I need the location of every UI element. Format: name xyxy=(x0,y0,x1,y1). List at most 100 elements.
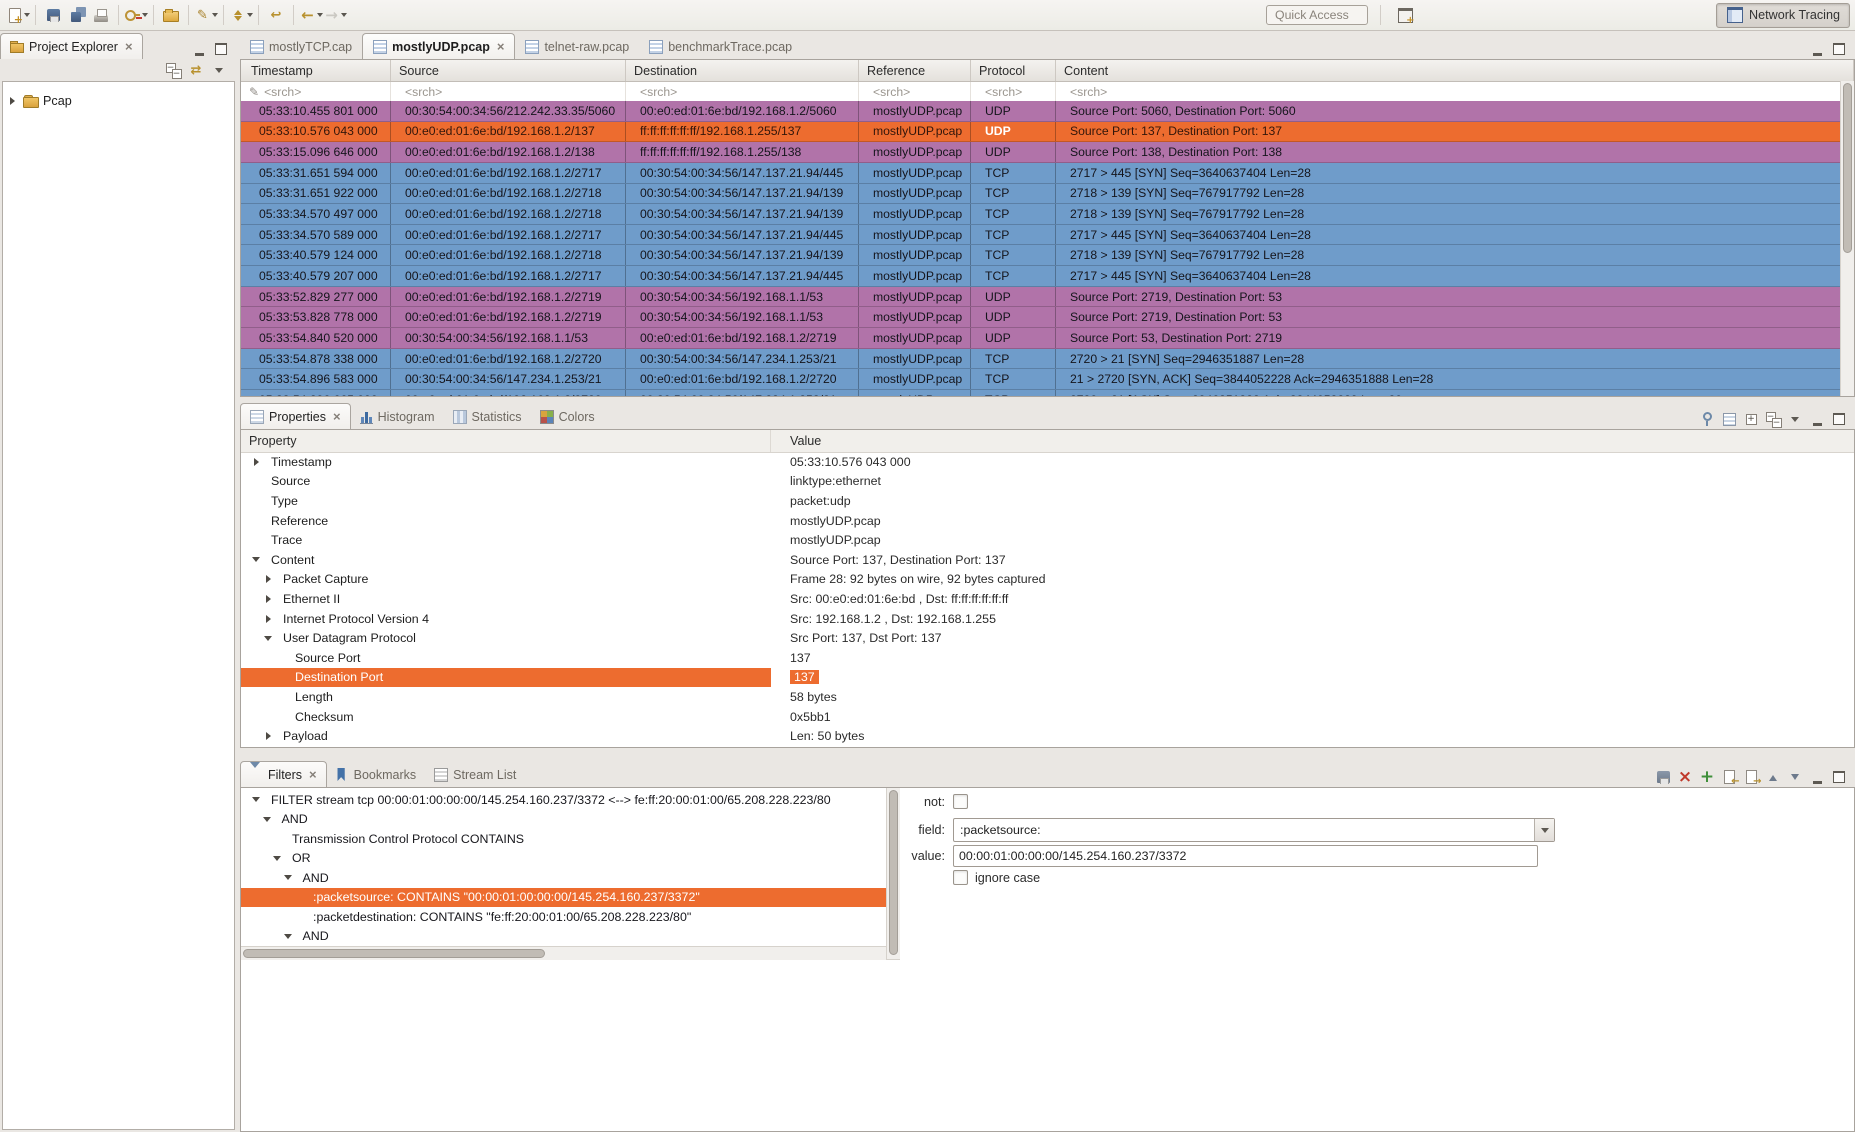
editor-tab[interactable]: mostlyUDP.pcap× xyxy=(362,33,515,59)
not-checkbox[interactable] xyxy=(953,794,968,809)
search-cell-content[interactable]: <srch> xyxy=(1056,82,1854,102)
back-button[interactable] xyxy=(299,3,323,27)
property-row[interactable]: PayloadLen: 50 bytes xyxy=(241,726,1854,746)
packet-row[interactable]: 05:33:54.896 583 00000:30:54:00:34:56/14… xyxy=(241,369,1841,390)
last-edit-button[interactable] xyxy=(264,3,288,27)
editor-tab[interactable]: benchmarkTrace.pcap xyxy=(639,34,802,59)
collapse-arrow-icon[interactable] xyxy=(248,550,264,570)
property-row[interactable]: Sourcelinktype:ethernet xyxy=(241,472,1854,492)
expand-arrow-icon[interactable] xyxy=(260,570,276,590)
save-all-button[interactable] xyxy=(65,3,89,27)
collapse-arrow-icon[interactable] xyxy=(260,628,276,648)
packet-row[interactable]: 05:33:15.096 646 00000:e0:ed:01:6e:bd/19… xyxy=(241,142,1841,163)
packet-row[interactable]: 05:33:34.570 497 00000:e0:ed:01:6e:bd/19… xyxy=(241,204,1841,225)
export-filters-button[interactable] xyxy=(1741,767,1761,787)
close-view-icon[interactable]: × xyxy=(333,410,341,423)
property-row[interactable]: Source Port137 xyxy=(241,648,1854,668)
open-perspective-button[interactable] xyxy=(1393,3,1417,27)
collapse-all-button[interactable] xyxy=(163,60,183,80)
collapse-arrow-icon[interactable] xyxy=(250,790,262,810)
tab-bookmarks[interactable]: Bookmarks xyxy=(327,762,426,787)
tab-project-explorer[interactable]: Project Explorer × xyxy=(0,33,143,59)
dropdown-caret-icon[interactable] xyxy=(247,13,253,17)
filter-tree-vertical-scrollbar[interactable] xyxy=(886,788,900,960)
tab-colors[interactable]: Colors xyxy=(531,404,604,429)
move-down-button[interactable] xyxy=(1785,767,1805,787)
open-trace-button[interactable] xyxy=(159,3,183,27)
expand-arrow-icon[interactable] xyxy=(7,97,17,105)
minimize-button[interactable] xyxy=(1807,39,1827,59)
packet-row[interactable]: 05:33:10.576 043 00000:e0:ed:01:6e:bd/19… xyxy=(241,122,1841,143)
packet-row[interactable]: 05:33:10.455 801 00000:30:54:00:34:56/21… xyxy=(241,101,1841,122)
expand-arrow-icon[interactable] xyxy=(260,589,276,609)
tab-filters[interactable]: Filters× xyxy=(240,761,327,787)
value-input[interactable] xyxy=(953,845,1538,867)
packet-row[interactable]: 05:33:31.651 922 00000:e0:ed:01:6e:bd/19… xyxy=(241,184,1841,205)
close-view-icon[interactable]: × xyxy=(125,40,133,53)
editor-tab[interactable]: mostlyTCP.cap xyxy=(240,34,362,59)
property-row[interactable]: Length58 bytes xyxy=(241,687,1854,707)
packet-row[interactable]: 05:33:40.579 124 00000:e0:ed:01:6e:bd/19… xyxy=(241,245,1841,266)
pin-button[interactable] xyxy=(194,3,218,27)
property-row[interactable]: Destination Port137 xyxy=(241,668,1854,688)
packet-row[interactable]: 05:33:34.570 589 00000:e0:ed:01:6e:bd/19… xyxy=(241,225,1841,246)
save-filter-button[interactable] xyxy=(1653,767,1673,787)
close-view-icon[interactable]: × xyxy=(309,768,317,781)
print-button[interactable] xyxy=(89,3,113,27)
field-combo[interactable]: :packetsource: xyxy=(953,818,1555,842)
tree-item-pcap[interactable]: Pcap xyxy=(3,90,234,111)
expand-arrow-icon[interactable] xyxy=(260,726,276,746)
filter-tree-row[interactable]: :packetdestination: CONTAINS "fe:ff:20:0… xyxy=(241,907,886,927)
key-button[interactable] xyxy=(124,3,148,27)
property-row[interactable]: Typepacket:udp xyxy=(241,491,1854,511)
maximize-button[interactable] xyxy=(1829,767,1849,787)
property-row[interactable]: Packet CaptureFrame 28: 92 bytes on wire… xyxy=(241,570,1854,590)
delete-filter-button[interactable] xyxy=(1675,767,1695,787)
new-wizard-button[interactable] xyxy=(6,3,30,27)
search-cell-destination[interactable]: <srch> xyxy=(626,82,859,102)
packet-row[interactable]: 05:33:31.651 594 00000:e0:ed:01:6e:bd/19… xyxy=(241,163,1841,184)
search-cell-source[interactable]: <srch> xyxy=(391,82,626,102)
network-tracing-perspective-button[interactable]: Network Tracing xyxy=(1716,3,1850,28)
packet-row[interactable]: 05:33:40.579 207 00000:e0:ed:01:6e:bd/19… xyxy=(241,266,1841,287)
link-with-editor-button[interactable] xyxy=(186,60,206,80)
minimize-button[interactable] xyxy=(1807,409,1827,429)
tab-histogram[interactable]: Histogram xyxy=(351,404,444,429)
search-cell-protocol[interactable]: <srch> xyxy=(971,82,1056,102)
pin-view-button[interactable] xyxy=(1697,409,1717,429)
property-row[interactable]: Timestamp05:33:10.576 043 000 xyxy=(241,452,1854,472)
close-tab-icon[interactable]: × xyxy=(497,40,505,53)
filter-tree-row[interactable]: OR xyxy=(241,849,886,869)
scrollbar-thumb[interactable] xyxy=(889,790,898,955)
collapse-arrow-icon[interactable] xyxy=(261,810,273,830)
filter-tree-row[interactable]: FILTER stream tcp 00:00:01:00:00:00/145.… xyxy=(241,790,886,810)
packet-row[interactable]: 05:33:53.828 778 00000:e0:ed:01:6e:bd/19… xyxy=(241,307,1841,328)
expand-all-button[interactable] xyxy=(1741,409,1761,429)
dropdown-caret-icon[interactable] xyxy=(142,13,148,17)
add-filter-button[interactable] xyxy=(1697,767,1717,787)
minimize-button[interactable] xyxy=(1807,767,1827,787)
packet-row[interactable]: 05:33:54.840 520 00000:30:54:00:34:56/19… xyxy=(241,328,1841,349)
property-row[interactable]: User Datagram ProtocolSrc Port: 137, Dst… xyxy=(241,628,1854,648)
filter-tree-row[interactable]: AND xyxy=(241,810,886,830)
vertical-scrollbar[interactable] xyxy=(1840,81,1854,396)
collapse-arrow-icon[interactable] xyxy=(282,927,294,947)
property-row[interactable]: Internet Protocol Version 4Src: 192.168.… xyxy=(241,609,1854,629)
filter-tree-row[interactable]: AND xyxy=(241,927,886,947)
filter-tree-row[interactable]: AND xyxy=(241,868,886,888)
collapse-arrow-icon[interactable] xyxy=(282,868,294,888)
search-cell-reference[interactable]: <srch> xyxy=(859,82,971,102)
editor-tab[interactable]: telnet-raw.pcap xyxy=(515,34,639,59)
maximize-button[interactable] xyxy=(211,39,231,59)
combo-dropdown-icon[interactable] xyxy=(1534,819,1554,841)
dropdown-caret-icon[interactable] xyxy=(24,13,30,17)
search-cell-timestamp[interactable]: ✎<srch> xyxy=(241,82,391,102)
property-row[interactable]: Checksum0x5bb1 xyxy=(241,707,1854,727)
collapse-all-button[interactable] xyxy=(1763,409,1783,429)
packet-row[interactable]: 05:33:54.878 338 00000:e0:ed:01:6e:bd/19… xyxy=(241,349,1841,370)
tab-properties[interactable]: Properties× xyxy=(240,403,351,429)
property-row[interactable]: ReferencemostlyUDP.pcap xyxy=(241,511,1854,531)
minimize-button[interactable] xyxy=(189,39,209,59)
scrollbar-thumb[interactable] xyxy=(1843,83,1852,253)
filter-tree-row[interactable]: :packetsource: CONTAINS "00:00:01:00:00:… xyxy=(241,888,886,908)
